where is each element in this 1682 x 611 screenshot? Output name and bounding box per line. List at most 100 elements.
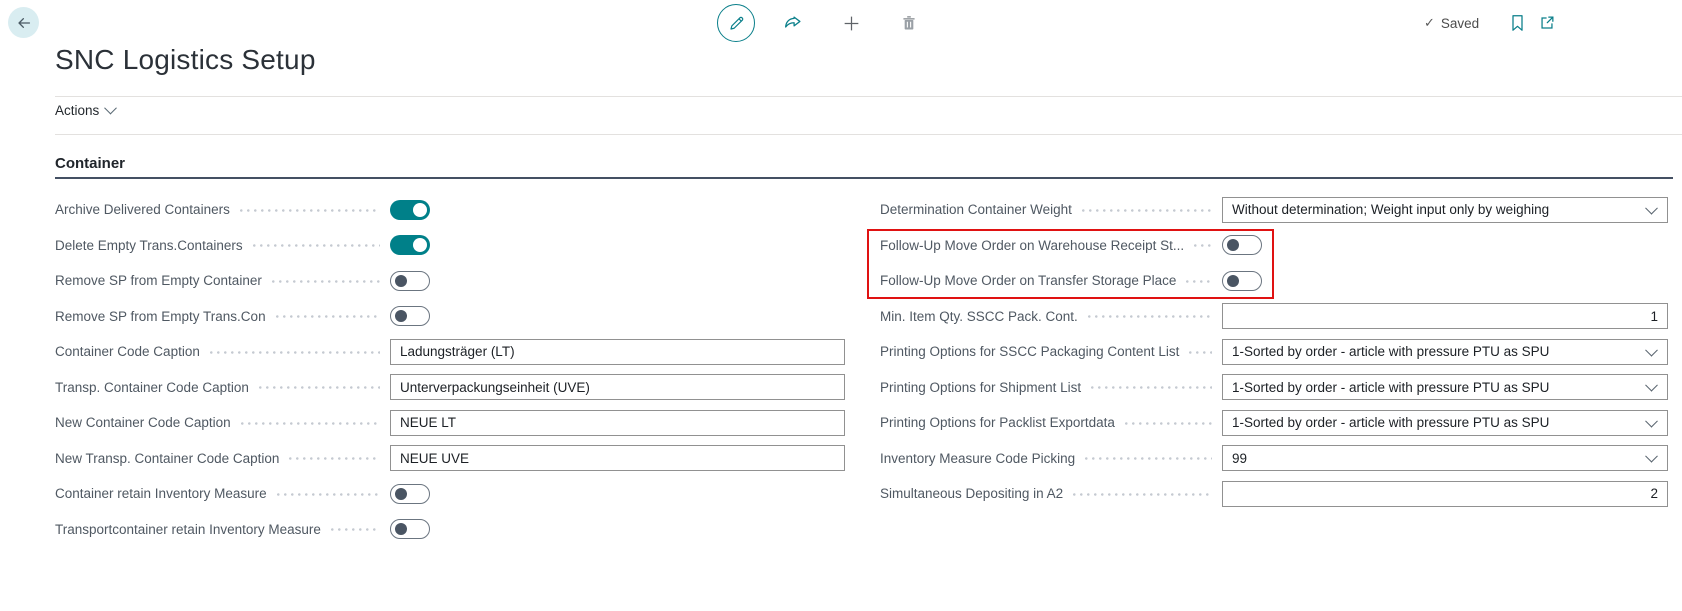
right-field-column: Determination Container WeightWithout de… [880,192,1668,512]
open-new-window-button[interactable] [1536,12,1558,34]
right-row-7: Inventory Measure Code Picking 99 [880,441,1668,477]
field-control [390,484,845,504]
chevron-down-icon [104,101,117,114]
field-value: Ladungsträger (LT) [400,344,835,359]
dotted-leader [1189,351,1212,354]
dotted-leader [1088,315,1212,318]
left-field-column: Archive Delivered Containers Delete Empty… [55,192,845,547]
dotted-leader [1125,422,1212,425]
field-label: Delete Empty Trans.Containers [55,238,243,253]
field-control: 1 [1222,303,1668,329]
actions-menu[interactable]: Actions [55,103,115,118]
pencil-icon [727,14,746,33]
dotted-leader [210,351,380,354]
field-label: Container retain Inventory Measure [55,486,267,501]
section-header-container: Container [55,155,125,172]
back-button[interactable] [8,7,39,38]
field-value: 1-Sorted by order - article with pressur… [1232,415,1639,430]
field-value: 1 [1232,309,1658,324]
dotted-leader [276,315,380,318]
field-label: Inventory Measure Code Picking [880,451,1075,466]
field-label: Min. Item Qty. SSCC Pack. Cont. [880,309,1078,324]
right-row-8: Simultaneous Depositing in A2 2 [880,476,1668,512]
field-value: 1-Sorted by order - article with pressur… [1232,380,1639,395]
field-label: New Container Code Caption [55,415,231,430]
actions-label: Actions [55,103,99,118]
toggle-knob [395,488,407,500]
toggle-off[interactable] [390,519,430,539]
dotted-leader [259,386,380,389]
field-control [390,235,845,255]
trash-icon [900,14,918,32]
field-value: Unterverpackungseinheit (UVE) [400,380,835,395]
right-row-5: Printing Options for Shipment List 1-Sort… [880,370,1668,406]
toggle-knob [395,523,407,535]
toggle-off[interactable] [1222,235,1262,255]
chevron-down-icon [1645,450,1658,463]
new-button[interactable] [840,12,862,34]
field-control [390,306,845,326]
checkmark-icon: ✓ [1424,15,1435,31]
dropdown-field[interactable]: Without determination; Weight input only… [1222,197,1668,223]
left-row-7: New Transp. Container Code Caption NEUE U… [55,441,845,477]
delete-button[interactable] [898,12,920,34]
left-row-8: Container retain Inventory Measure [55,476,845,512]
snc-logistics-setup-page: ✓ Saved SNC Logistics Setup Actions Cont… [0,0,1682,611]
field-label: Container Code Caption [55,344,200,359]
toggle-knob [413,203,427,217]
right-row-1: Follow-Up Move Order on Warehouse Receip… [880,228,1668,264]
text-input-field[interactable]: Unterverpackungseinheit (UVE) [390,374,845,400]
field-label: Archive Delivered Containers [55,202,230,217]
dropdown-field[interactable]: 1-Sorted by order - article with pressur… [1222,339,1668,365]
field-control: 99 [1222,445,1668,471]
left-row-0: Archive Delivered Containers [55,192,845,228]
field-value: NEUE LT [400,415,835,430]
toggle-on[interactable] [390,235,430,255]
field-label: New Transp. Container Code Caption [55,451,279,466]
right-row-2: Follow-Up Move Order on Transfer Storage… [880,263,1668,299]
text-input-field[interactable]: NEUE UVE [390,445,845,471]
left-row-9: Transportcontainer retain Inventory Meas… [55,512,845,548]
field-control: Ladungsträger (LT) [390,339,845,365]
right-row-4: Printing Options for SSCC Packaging Cont… [880,334,1668,370]
dotted-leader [1085,457,1212,460]
field-label: Follow-Up Move Order on Transfer Storage… [880,273,1176,288]
text-input-field[interactable]: NEUE LT [390,410,845,436]
toggle-off[interactable] [390,271,430,291]
field-value: 99 [1232,451,1639,466]
toggle-on[interactable] [390,200,430,220]
field-label: Remove SP from Empty Trans.Con [55,309,266,324]
text-input-field[interactable]: 2 [1222,481,1668,507]
right-row-0: Determination Container WeightWithout de… [880,192,1668,228]
dropdown-field[interactable]: 1-Sorted by order - article with pressur… [1222,410,1668,436]
dropdown-field[interactable]: 99 [1222,445,1668,471]
toggle-off[interactable] [1222,271,1262,291]
save-status: ✓ Saved [1424,15,1479,31]
field-value: 2 [1232,486,1658,501]
dotted-leader [1073,493,1212,496]
chevron-down-icon [1645,415,1658,428]
field-control: Without determination; Weight input only… [1222,197,1668,223]
field-control [1222,235,1668,255]
dotted-leader [1194,244,1212,247]
field-label: Simultaneous Depositing in A2 [880,486,1063,501]
field-control [1222,271,1668,291]
right-row-6: Printing Options for Packlist Exportdata… [880,405,1668,441]
back-arrow-icon [15,14,33,32]
field-control [390,200,845,220]
toggle-off[interactable] [390,484,430,504]
dotted-leader [1082,209,1212,212]
plus-icon [842,14,861,33]
text-input-field[interactable]: Ladungsträger (LT) [390,339,845,365]
field-label: Printing Options for Shipment List [880,380,1081,395]
field-control: NEUE UVE [390,445,845,471]
toggle-knob [395,310,407,322]
edit-button[interactable] [717,4,755,42]
bookmark-button[interactable] [1506,12,1528,34]
text-input-field[interactable]: 1 [1222,303,1668,329]
toggle-knob [413,238,427,252]
dotted-leader [331,528,380,531]
toggle-off[interactable] [390,306,430,326]
share-button[interactable] [782,12,804,34]
dropdown-field[interactable]: 1-Sorted by order - article with pressur… [1222,374,1668,400]
